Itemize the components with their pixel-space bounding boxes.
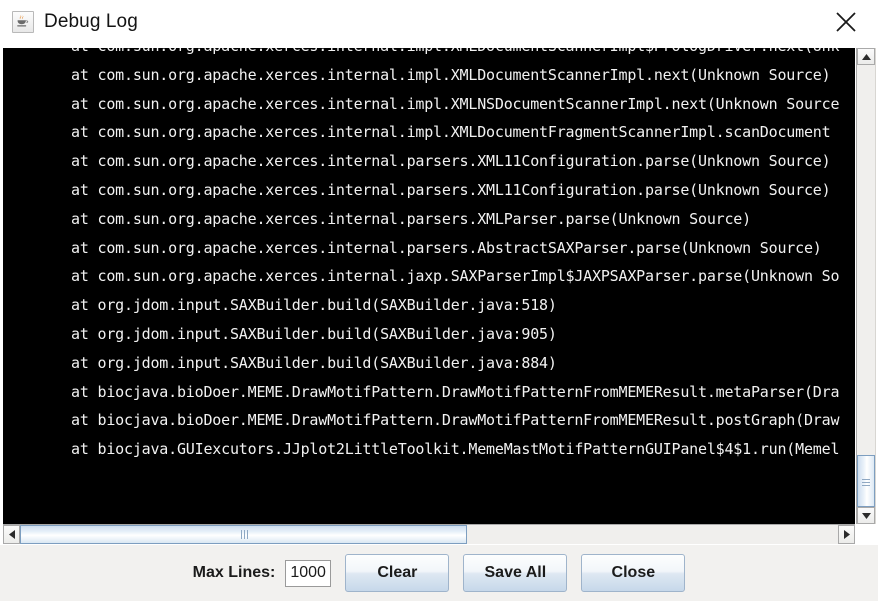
scroll-right-arrow-icon[interactable]	[838, 525, 855, 544]
window-title: Debug Log	[44, 11, 138, 32]
log-line: at org.jdom.input.SAXBuilder.build(SAXBu…	[71, 353, 557, 372]
clear-button[interactable]: Clear	[345, 554, 450, 592]
bottom-toolbar: Max Lines: Clear Save All Close	[0, 544, 878, 601]
save-all-button[interactable]: Save All	[463, 554, 568, 592]
log-line: at com.sun.org.apache.xerces.internal.pa…	[71, 209, 751, 228]
log-line: at biocjava.bioDoer.MEME.DrawMotifPatter…	[71, 411, 840, 430]
close-icon[interactable]	[828, 4, 864, 40]
log-line: at org.jdom.input.SAXBuilder.build(SAXBu…	[71, 324, 557, 343]
log-scrollpane: at com.sun.org.apache.xerces.internal.im…	[0, 45, 878, 544]
log-line-list: at com.sun.org.apache.xerces.internal.im…	[3, 48, 839, 464]
log-line: at com.sun.org.apache.xerces.internal.pa…	[71, 238, 822, 257]
log-line: at com.sun.org.apache.xerces.internal.ja…	[71, 267, 840, 286]
java-coffee-cup-icon	[12, 11, 34, 33]
log-line: at com.sun.org.apache.xerces.internal.im…	[71, 94, 840, 113]
log-line: at com.sun.org.apache.xerces.internal.im…	[71, 123, 831, 142]
vertical-scrollbar-track[interactable]	[857, 65, 875, 507]
close-button[interactable]: Close	[581, 554, 686, 592]
scroll-up-arrow-icon[interactable]	[857, 48, 875, 65]
max-lines-input[interactable]	[285, 559, 332, 587]
log-line: at com.sun.org.apache.xerces.internal.pa…	[71, 180, 831, 199]
max-lines-label: Max Lines:	[192, 564, 276, 581]
window-titlebar: Debug Log	[0, 0, 878, 45]
log-line: at com.sun.org.apache.xerces.internal.im…	[71, 65, 831, 84]
log-line: at biocjava.GUIexcutors.JJplot2LittleToo…	[71, 440, 840, 459]
log-line: at org.jdom.input.SAXBuilder.build(SAXBu…	[71, 296, 557, 315]
log-line: at com.sun.org.apache.xerces.internal.im…	[3, 48, 839, 61]
scroll-down-arrow-icon[interactable]	[857, 507, 875, 524]
debug-log-window: Debug Log at com.sun.org.apache.xerces.i…	[0, 0, 878, 601]
horizontal-scrollbar[interactable]	[3, 524, 855, 544]
log-line: at biocjava.bioDoer.MEME.DrawMotifPatter…	[71, 382, 840, 401]
log-scroll-row: at com.sun.org.apache.xerces.internal.im…	[3, 48, 876, 524]
vertical-scrollbar-thumb[interactable]	[857, 455, 875, 507]
scroll-left-arrow-icon[interactable]	[3, 525, 20, 544]
horizontal-scrollbar-track[interactable]	[20, 525, 838, 544]
log-text-area[interactable]: at com.sun.org.apache.xerces.internal.im…	[3, 48, 856, 524]
vertical-scrollbar[interactable]	[856, 48, 876, 524]
log-line: at com.sun.org.apache.xerces.internal.pa…	[71, 152, 831, 171]
horizontal-scrollbar-thumb[interactable]	[20, 525, 467, 544]
